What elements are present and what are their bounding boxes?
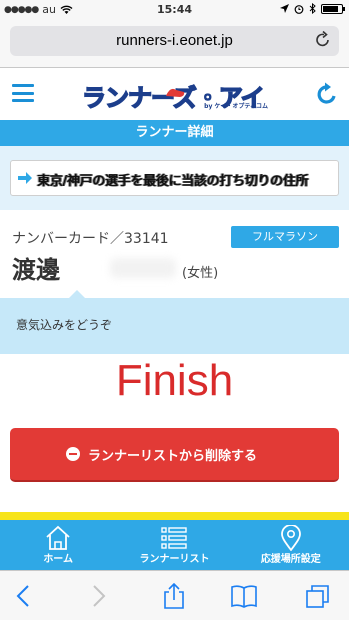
forward-icon[interactable] [84,583,112,609]
url-bar[interactable]: runners-i.eonet.jp [10,26,339,56]
section-title: ランナー詳細 [0,120,349,146]
comment-area: 意気込みをどうぞ [0,290,349,354]
finish-status: Finish [115,356,234,405]
app-bottom-nav: ホーム ランナーリスト 応援場所設定 [0,520,349,570]
comment-pointer [68,290,86,299]
nav-cheer-location-label: 応援場所設定 [260,554,321,565]
status-bar: ●●●●● au 15:44 [0,0,349,20]
nav-home[interactable]: ホーム [0,520,116,570]
bluetooth-icon [309,3,316,14]
menu-icon[interactable] [12,84,34,102]
arrow-right-icon [18,172,32,184]
bookmarks-icon[interactable] [230,583,258,609]
category-badge: フルマラソン [231,226,339,248]
list-icon [161,527,188,549]
runner-info: ナンバーカード／33141 フルマラソン 渡邊 (女性) [0,210,349,298]
result-area: Finish [0,354,349,414]
share-icon[interactable] [160,583,188,609]
number-card-label: ナンバーカード／33141 [12,231,169,247]
name-redaction [110,258,176,278]
delete-runner-button[interactable]: ランナーリストから削除する [10,428,339,482]
delete-runner-label: ランナーリストから削除する [88,449,258,464]
message-text: 東京/神戸の選手を最後に当該の打ち切りの住所 [37,174,309,189]
nav-runner-list-label: ランナーリスト [139,554,210,565]
back-icon[interactable] [10,583,38,609]
site-logo[interactable]: ランナーズ・アイ by ケイ・オプティコム [81,78,272,113]
comment-label: 意気込みをどうぞ [16,318,113,332]
message-area: 東京/神戸の選手を最後に当該の打ち切りの住所 [0,146,349,210]
site-header: ランナーズ・アイ by ケイ・オプティコム [0,68,349,120]
refresh-icon[interactable] [315,82,339,106]
minus-circle-icon [66,447,80,461]
home-icon [46,525,70,550]
runner-gender: (女性) [182,266,219,281]
logo-shoe-icon [166,88,185,97]
url-text[interactable]: runners-i.eonet.jp [10,32,339,49]
battery-icon [321,3,345,14]
location-icon [280,4,289,13]
nav-home-label: ホーム [43,554,74,565]
nav-cheer-location[interactable]: 応援場所設定 [233,520,349,570]
message-link[interactable]: 東京/神戸の選手を最後に当該の打ち切りの住所 [10,160,339,196]
logo-subtitle: by ケイ・オプティコム [204,103,268,110]
nav-runner-list[interactable]: ランナーリスト [116,520,232,570]
browser-address-area: runners-i.eonet.jp [0,20,349,68]
tabs-icon[interactable] [304,583,332,609]
map-pin-icon [280,525,301,551]
browser-toolbar [0,570,349,620]
runner-name: 渡邊 [12,256,60,284]
alarm-icon [294,4,304,14]
reload-icon[interactable] [315,30,331,53]
status-right [280,3,345,14]
